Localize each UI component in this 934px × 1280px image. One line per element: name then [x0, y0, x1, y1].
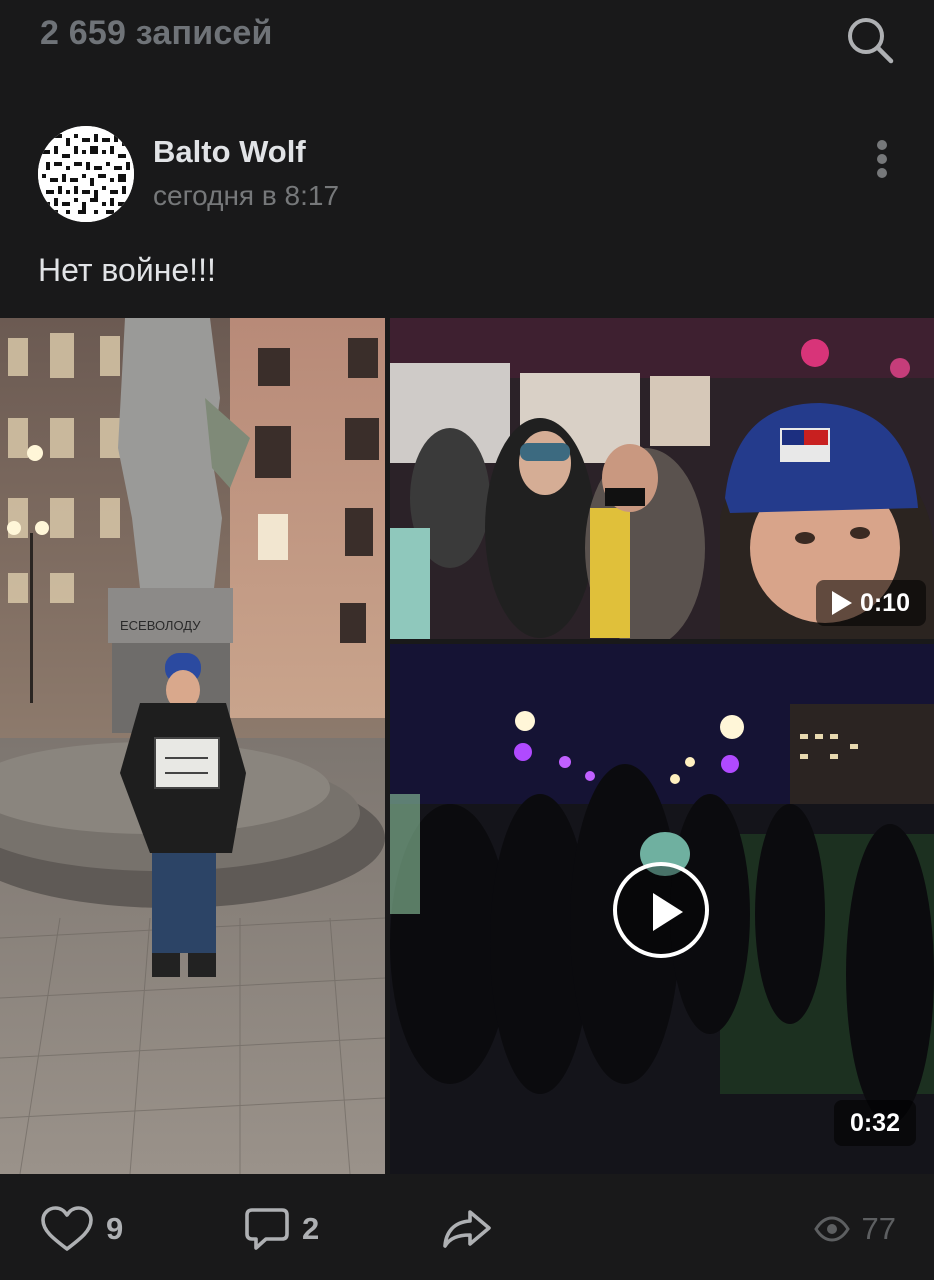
comment-button[interactable]: 2	[244, 1204, 319, 1254]
records-count: 2 659 записей	[40, 14, 273, 52]
heart-icon	[41, 1206, 93, 1251]
video-duration-badge: 0:10	[815, 580, 926, 626]
top-bar: 2 659 записей	[0, 0, 934, 80]
video-duration-badge: 0:32	[833, 1100, 916, 1146]
comment-count: 2	[302, 1211, 320, 1246]
views-count: 77	[861, 1211, 896, 1246]
wall-screen: 2 659 записей Balto Wolf сегодня в 8:17 …	[0, 0, 934, 1280]
more-vertical-icon	[877, 140, 887, 150]
post-actions-bar: 9 2	[0, 1174, 934, 1280]
eye-icon	[813, 1216, 850, 1242]
views-counter: 77	[813, 1204, 896, 1254]
more-options-button[interactable]	[862, 136, 902, 182]
avatar-qr-image	[38, 126, 134, 222]
avatar[interactable]	[38, 126, 134, 222]
more-vertical-icon-dot	[877, 168, 887, 178]
like-button[interactable]: 9	[40, 1204, 123, 1254]
search-button[interactable]	[842, 12, 898, 68]
play-icon	[653, 893, 683, 931]
photo-protester-with-sign[interactable]: ЕСЕВОЛОДУ	[0, 318, 385, 1174]
post-media-grid: ЕСЕВОЛОДУ 0:10 0:32	[0, 318, 934, 1174]
svg-text:ЕСЕВОЛОДУ: ЕСЕВОЛОДУ	[120, 618, 201, 633]
like-count: 9	[106, 1211, 124, 1246]
play-icon	[831, 591, 852, 615]
author-name[interactable]: Balto Wolf	[153, 134, 306, 170]
post-time[interactable]: сегодня в 8:17	[153, 180, 339, 212]
more-vertical-icon-dot	[877, 154, 887, 164]
share-button[interactable]	[442, 1204, 492, 1254]
play-video-button[interactable]	[613, 862, 709, 958]
video-duration: 0:32	[849, 1108, 900, 1137]
post-text: Нет войне!!!	[38, 252, 216, 288]
comment-icon	[245, 1208, 289, 1250]
search-icon	[848, 18, 894, 64]
photo-scene: ЕСЕВОЛОДУ	[0, 318, 385, 1174]
video-duration: 0:10	[859, 588, 910, 617]
share-icon	[443, 1210, 491, 1248]
